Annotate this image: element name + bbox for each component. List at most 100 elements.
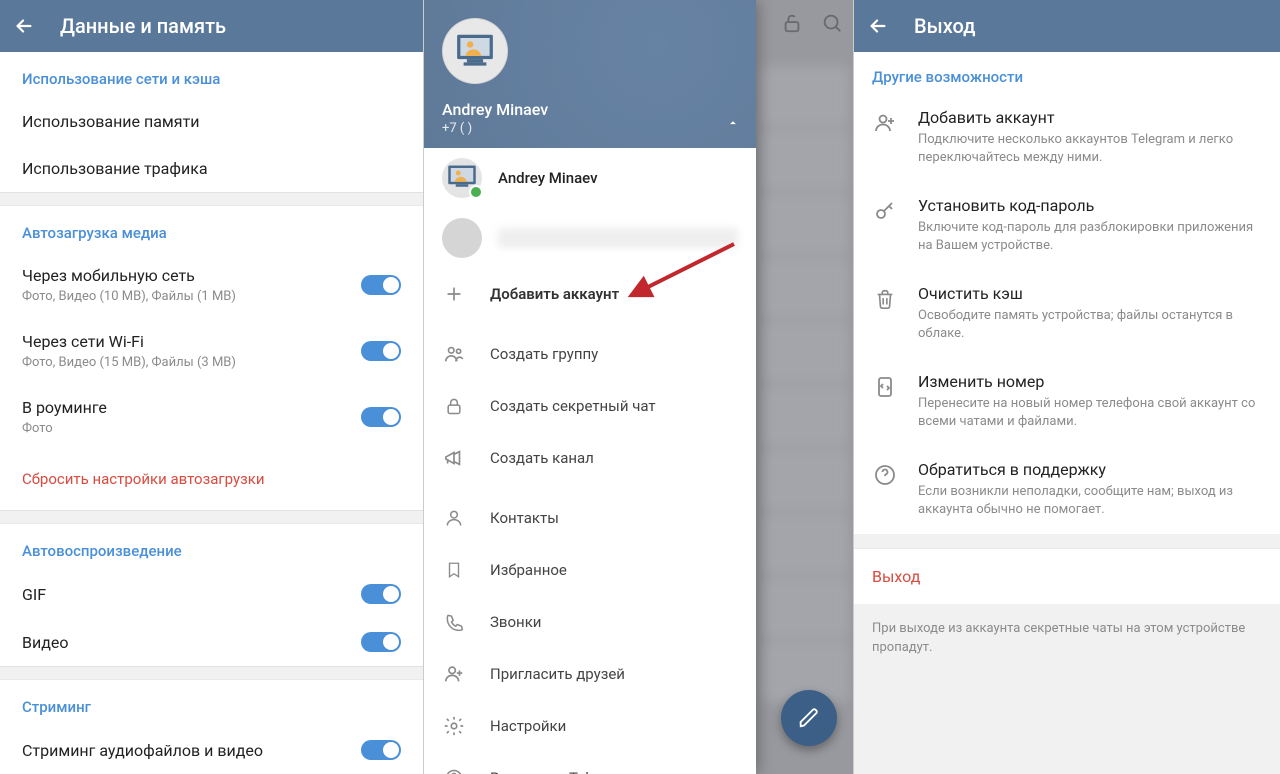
row-autoload-wifi-title: Через сети Wi-Fi — [22, 332, 236, 351]
profile-phone: +7 ( ) — [442, 121, 738, 136]
option-change-number-title: Изменить номер — [918, 372, 1262, 391]
panel3-title: Выход — [914, 14, 976, 38]
drawer-calls[interactable]: Звонки — [424, 596, 756, 648]
toggle-streaming-audio[interactable] — [361, 740, 401, 760]
toggle-autoplay-video[interactable] — [361, 632, 401, 652]
row-autoplay-video[interactable]: Видео — [0, 618, 423, 666]
toggle-autoplay-gif[interactable] — [361, 584, 401, 604]
bookmark-icon — [445, 560, 463, 580]
row-autoload-wifi-sub: Фото, Видео (15 MB), Файлы (3 MB) — [22, 355, 236, 370]
avatar-placeholder-icon — [449, 25, 501, 77]
back-button[interactable] — [10, 12, 38, 40]
profile-avatar[interactable] — [442, 18, 508, 84]
option-passcode[interactable]: Установить код-пароль Включите код-пароль… — [854, 182, 1280, 270]
active-badge-icon — [469, 185, 483, 199]
person-add-icon — [873, 111, 897, 135]
section-streaming-header: Стриминг — [0, 680, 423, 726]
drawer-secret-chat[interactable]: Создать секретный чат — [424, 380, 756, 432]
drawer-faq[interactable]: Вопросы о Telegram — [424, 752, 756, 774]
account-name: Andrey Minaev — [498, 169, 738, 187]
row-autoload-mobile-sub: Фото, Видео (10 MB), Файлы (1 MB) — [22, 289, 236, 304]
toggle-autoload-mobile[interactable] — [361, 275, 401, 295]
row-autoload-roaming-sub: Фото — [22, 421, 107, 436]
row-traffic-usage-label: Использование трафика — [22, 159, 208, 178]
row-autoload-roaming[interactable]: В роуминге Фото — [0, 384, 423, 450]
reset-autoload-button[interactable]: Сбросить настройки автозагрузки — [0, 450, 423, 510]
drawer-panel: Andrey Minaev +7 ( ) Andrey Minaev — [424, 0, 854, 774]
logout-button[interactable]: Выход — [854, 548, 1280, 604]
row-autoload-mobile[interactable]: Через мобильную сетьФото, Видео (10 MB),… — [0, 252, 423, 318]
section-autoplay-header: Автовоспроизведение — [0, 524, 423, 570]
help-icon — [873, 463, 897, 487]
section-gap — [0, 192, 423, 206]
chat-list-blurred — [756, 60, 853, 774]
drawer-scrim[interactable] — [756, 0, 853, 774]
drawer-new-channel-label: Создать канал — [490, 449, 594, 467]
row-autoload-roaming-title: В роуминге — [22, 398, 107, 417]
toggle-autoload-roaming[interactable] — [361, 407, 401, 427]
phone-icon — [444, 612, 464, 632]
accounts-expand-toggle[interactable] — [726, 116, 740, 130]
navigation-drawer: Andrey Minaev +7 ( ) Andrey Minaev — [424, 0, 756, 774]
row-autoload-wifi[interactable]: Через сети Wi-Fi Фото, Видео (15 MB), Фай… — [0, 318, 423, 384]
option-support[interactable]: Обратиться в поддержкуЕсли возникли непо… — [854, 446, 1280, 534]
group-icon — [443, 343, 465, 365]
option-clear-cache-title: Очистить кэш — [918, 284, 1262, 303]
new-message-fab[interactable] — [781, 690, 837, 746]
option-change-number[interactable]: Изменить номер Перенесите на новый номер … — [854, 358, 1280, 446]
logout-panel: Выход Другие возможности Добавить аккаун… — [854, 0, 1280, 774]
key-icon — [873, 199, 897, 223]
toggle-autoload-wifi[interactable] — [361, 341, 401, 361]
row-streaming-audio[interactable]: Стриминг аудиофайлов и видео — [0, 726, 423, 774]
drawer-header[interactable]: Andrey Minaev +7 ( ) — [424, 0, 756, 148]
section-gap — [0, 666, 423, 680]
trash-icon — [874, 287, 896, 311]
account-item-secondary[interactable] — [424, 208, 756, 268]
back-button[interactable] — [864, 12, 892, 40]
drawer-calls-label: Звонки — [490, 613, 541, 631]
drawer-settings[interactable]: Настройки — [424, 700, 756, 752]
gear-icon — [443, 715, 465, 737]
sim-swap-icon — [873, 375, 897, 399]
option-add-account-sub: Подключите несколько аккаунтов Telegram … — [918, 131, 1262, 166]
row-memory-usage[interactable]: Использование памяти — [0, 98, 423, 145]
row-streaming-audio-title: Стриминг аудиофайлов и видео — [22, 741, 263, 760]
arrow-left-icon — [13, 15, 35, 37]
drawer-faq-label: Вопросы о Telegram — [490, 769, 631, 774]
option-change-number-sub: Перенесите на новый номер телефона свой … — [918, 395, 1262, 430]
row-traffic-usage[interactable]: Использование трафика — [0, 145, 423, 192]
option-passcode-title: Установить код-пароль — [918, 196, 1262, 215]
row-memory-usage-label: Использование памяти — [22, 112, 200, 131]
option-add-account[interactable]: Добавить аккаунт Подключите несколько акк… — [854, 94, 1280, 182]
search-icon — [821, 12, 843, 34]
drawer-secret-chat-label: Создать секретный чат — [490, 397, 656, 415]
section-gap — [0, 510, 423, 524]
option-clear-cache[interactable]: Очистить кэшОсвободите память устройства… — [854, 270, 1280, 358]
drawer-saved-label: Избранное — [490, 561, 567, 579]
option-add-account-title: Добавить аккаунт — [918, 108, 1262, 127]
pencil-icon — [798, 707, 820, 729]
chevron-up-icon — [726, 116, 740, 130]
drawer-contacts-label: Контакты — [490, 509, 559, 527]
drawer-add-account-label: Добавить аккаунт — [490, 285, 619, 303]
row-autoplay-gif-title: GIF — [22, 585, 46, 604]
option-passcode-sub: Включите код-пароль для разблокировки пр… — [918, 219, 1262, 254]
settings-data-storage-panel: Данные и память Использование сети и кэш… — [0, 0, 424, 774]
drawer-new-group[interactable]: Создать группу — [424, 328, 756, 380]
section-autoload-header: Автозагрузка медиа — [0, 206, 423, 252]
drawer-invite[interactable]: Пригласить друзей — [424, 648, 756, 700]
panel3-header: Выход — [854, 0, 1280, 52]
drawer-add-account[interactable]: Добавить аккаунт — [424, 268, 756, 320]
logout-note: При выходе из аккаунта секретные чаты на… — [854, 604, 1280, 672]
lock-icon — [444, 396, 464, 416]
account-item-active[interactable]: Andrey Minaev — [424, 148, 756, 208]
drawer-contacts[interactable]: Контакты — [424, 492, 756, 544]
profile-name: Andrey Minaev — [442, 100, 738, 119]
row-autoplay-video-title: Видео — [22, 633, 68, 652]
section-usage-header: Использование сети и кэша — [0, 52, 423, 98]
plus-icon — [444, 284, 464, 304]
drawer-new-channel[interactable]: Создать канал — [424, 432, 756, 484]
drawer-saved[interactable]: Избранное — [424, 544, 756, 596]
drawer-invite-label: Пригласить друзей — [490, 665, 625, 683]
row-autoplay-gif[interactable]: GIF — [0, 570, 423, 618]
